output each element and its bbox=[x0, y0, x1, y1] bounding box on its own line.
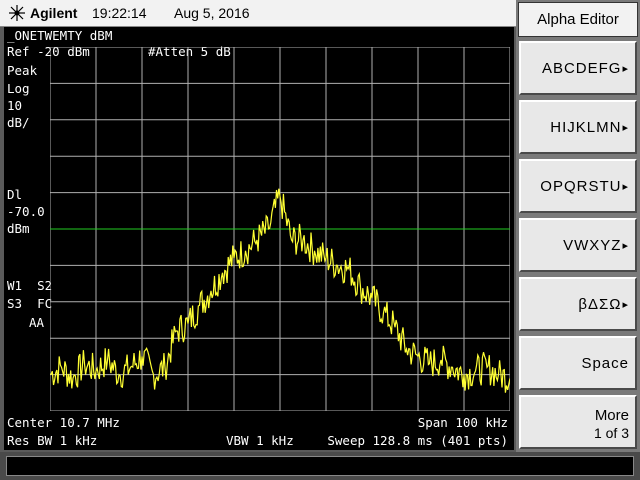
title-bar: Agilent 19:22:14 Aug 5, 2016 bbox=[0, 0, 516, 27]
softkey-page-indicator: 1 of 3 bbox=[593, 425, 629, 441]
arrow-right-icon: ▸ bbox=[622, 121, 629, 134]
softkey-label: OPQRSTU bbox=[540, 177, 622, 195]
softkey-menu-title: Alpha Editor bbox=[518, 2, 638, 37]
status-line bbox=[6, 456, 634, 476]
scale-unit: dB/ bbox=[7, 115, 30, 130]
marker-readout: _ONETWEMTY dBM bbox=[7, 28, 113, 43]
softkey-abcdefg[interactable]: ABCDEFG ▸ bbox=[519, 41, 637, 95]
softkey-label: βΔΣΩ bbox=[578, 295, 622, 313]
detector-mode: Peak bbox=[7, 63, 38, 78]
softkey-opqrstu[interactable]: OPQRSTU ▸ bbox=[519, 159, 637, 213]
softkey-label: Space bbox=[581, 354, 629, 372]
sweep-time: Sweep 128.8 ms (401 pts) bbox=[327, 433, 508, 448]
softkey-hijklmn[interactable]: HIJKLMN ▸ bbox=[519, 100, 637, 154]
arrow-right-icon: ▸ bbox=[622, 180, 629, 193]
frequency-span: Span 100 kHz bbox=[417, 415, 508, 430]
softkey-vwxyz[interactable]: VWXYZ ▸ bbox=[519, 218, 637, 272]
resolution-bandwidth: Res BW 1 kHz bbox=[7, 433, 98, 448]
trace-status-row-3: AA bbox=[29, 315, 45, 330]
analyzer-screen: _ONETWEMTY dBM Ref -20 dBm #Atten 5 dB P… bbox=[4, 27, 514, 450]
scale-value: 10 bbox=[7, 98, 23, 113]
arrow-right-icon: ▸ bbox=[622, 239, 629, 252]
softkey-label: HIJKLMN bbox=[550, 118, 622, 136]
softkey-label: ABCDEFG bbox=[541, 59, 622, 77]
softkey-more[interactable]: More 1 of 3 bbox=[519, 395, 637, 449]
display-line-label: Dl bbox=[7, 187, 23, 202]
softkey-greek[interactable]: βΔΣΩ ▸ bbox=[519, 277, 637, 331]
center-frequency: Center 10.7 MHz bbox=[7, 415, 120, 430]
softkey-label: VWXYZ bbox=[563, 236, 622, 254]
display-line-unit: dBm bbox=[7, 221, 30, 236]
spectrum-plot bbox=[50, 47, 510, 411]
brand-name: Agilent bbox=[30, 5, 78, 21]
arrow-right-icon: ▸ bbox=[622, 62, 629, 75]
softkey-panel: Alpha Editor ABCDEFG ▸ HIJKLMN ▸ OPQRSTU ▸ … bbox=[516, 0, 640, 452]
trace-status-row-2: S3 FC bbox=[7, 296, 53, 311]
scale-type: Log bbox=[7, 81, 30, 96]
agilent-spark-icon bbox=[9, 5, 25, 21]
trace-status-row-1: W1 S2 bbox=[7, 278, 53, 293]
softkey-label: More bbox=[594, 407, 629, 424]
display-line-value: -70.0 bbox=[7, 204, 45, 219]
softkey-space[interactable]: Space bbox=[519, 336, 637, 390]
video-bandwidth: VBW 1 kHz bbox=[226, 433, 294, 448]
clock-time: 19:22:14 bbox=[92, 5, 147, 21]
arrow-right-icon: ▸ bbox=[622, 298, 629, 311]
status-bar bbox=[0, 452, 640, 480]
clock-date: Aug 5, 2016 bbox=[174, 5, 250, 21]
